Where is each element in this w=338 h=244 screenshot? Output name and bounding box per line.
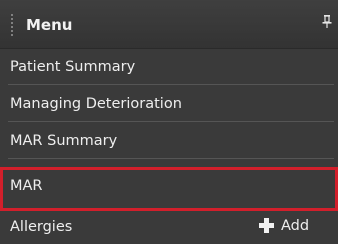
menu-item-patient-summary[interactable]: Patient Summary — [0, 48, 338, 85]
menu-item-allergies[interactable]: Allergies Add — [0, 211, 338, 244]
add-allergy-button[interactable]: Add — [259, 214, 317, 236]
add-button-label: Add — [281, 218, 310, 234]
menu-item-mar-summary[interactable]: MAR Summary — [0, 122, 338, 159]
menu-item-mar[interactable]: MAR — [0, 167, 338, 211]
menu-item-label: MAR Summary — [10, 133, 118, 149]
pin-icon[interactable] — [321, 14, 333, 28]
menu-title: Menu — [26, 16, 73, 34]
menu-item-managing-deterioration[interactable]: Managing Deterioration — [0, 85, 338, 122]
grip-icon[interactable] — [10, 13, 14, 37]
menu-item-label: Patient Summary — [10, 59, 136, 75]
menu-item-label: Managing Deterioration — [10, 96, 182, 112]
menu-header: Menu — [0, 0, 338, 49]
plus-icon — [259, 218, 274, 233]
menu-panel: Menu Patient Summary Managing Deteriorat… — [0, 0, 338, 244]
menu-item-label: MAR — [10, 178, 43, 194]
menu-item-label: Allergies — [10, 219, 73, 235]
